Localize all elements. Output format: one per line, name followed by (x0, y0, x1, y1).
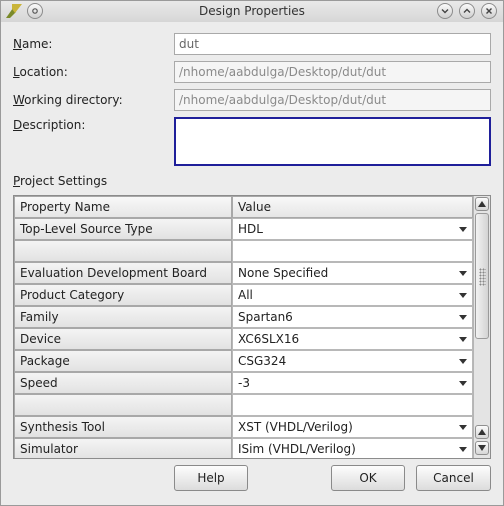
description-label: Description: (13, 118, 86, 132)
property-value-cell[interactable] (232, 240, 473, 262)
property-value-dropdown[interactable]: All (232, 284, 473, 306)
property-value-dropdown[interactable]: Spartan6 (232, 306, 473, 328)
property-value-text: CSG324 (238, 354, 287, 368)
property-row[interactable]: Simulator ISim (VHDL/Verilog) (14, 438, 473, 458)
property-value-text: None Specified (238, 266, 329, 280)
property-row[interactable]: Top-Level Source Type HDL (14, 218, 473, 240)
chevron-down-icon[interactable] (457, 311, 469, 323)
property-name-cell: Family (14, 306, 232, 328)
project-settings-grid: Property Name Value Top-Level Source Typ… (13, 195, 491, 459)
working-directory-label: Working directory: (13, 93, 123, 107)
separator-row[interactable] (14, 394, 473, 416)
help-button[interactable]: Help (174, 465, 248, 491)
scroll-down-button[interactable] (475, 441, 489, 455)
property-row[interactable]: Family Spartan6 (14, 306, 473, 328)
close-icon (486, 8, 492, 14)
grid-header-row: Property Name Value (14, 196, 473, 218)
property-value-text: All (238, 288, 253, 302)
property-name-cell: Product Category (14, 284, 232, 306)
maximize-icon (463, 8, 471, 13)
minimize-button[interactable] (437, 3, 453, 19)
arrow-up-icon (478, 201, 486, 207)
maximize-button[interactable] (459, 3, 475, 19)
property-value-text: Spartan6 (238, 310, 293, 324)
property-name-header[interactable]: Property Name (14, 196, 232, 218)
property-name-cell (14, 240, 232, 262)
scroll-up-button-lower[interactable] (475, 425, 489, 439)
property-value-dropdown[interactable]: ISim (VHDL/Verilog) (232, 438, 473, 458)
separator-row[interactable] (14, 240, 473, 262)
arrow-down-icon (478, 445, 486, 451)
chevron-down-icon[interactable] (457, 355, 469, 367)
chevron-down-icon[interactable] (457, 421, 469, 433)
property-value-dropdown[interactable]: -3 (232, 372, 473, 394)
property-row[interactable]: Synthesis Tool XST (VHDL/Verilog) (14, 416, 473, 438)
chevron-down-icon[interactable] (457, 289, 469, 301)
property-value-dropdown[interactable]: XST (VHDL/Verilog) (232, 416, 473, 438)
minimize-icon (441, 9, 449, 14)
property-name-cell: Synthesis Tool (14, 416, 232, 438)
window-title: Design Properties (199, 4, 305, 18)
working-directory-field[interactable]: /nhome/aabdulga/Desktop/dut/dut (174, 89, 491, 111)
property-row[interactable]: Evaluation Development Board None Specifi… (14, 262, 473, 284)
chevron-down-icon[interactable] (457, 223, 469, 235)
property-value-text: HDL (238, 222, 263, 236)
location-field[interactable]: /nhome/aabdulga/Desktop/dut/dut (174, 61, 491, 83)
property-row[interactable]: Product Category All (14, 284, 473, 306)
project-settings-label: Project Settings (13, 174, 108, 188)
property-name-cell: Speed (14, 372, 232, 394)
property-value-text: XST (VHDL/Verilog) (238, 420, 353, 434)
arrow-up-icon (478, 429, 486, 435)
property-value-dropdown[interactable]: CSG324 (232, 350, 473, 372)
property-value-dropdown[interactable]: XC6SLX16 (232, 328, 473, 350)
property-name-cell: Simulator (14, 438, 232, 458)
property-row[interactable]: Device XC6SLX16 (14, 328, 473, 350)
property-value-text: XC6SLX16 (238, 332, 300, 346)
scroll-up-button[interactable] (475, 197, 489, 211)
location-label: Location: (13, 65, 68, 79)
chevron-down-icon[interactable] (457, 443, 469, 455)
property-name-cell: Package (14, 350, 232, 372)
description-textarea[interactable] (174, 117, 491, 166)
cancel-button[interactable]: Cancel (416, 465, 491, 491)
chevron-down-icon[interactable] (457, 333, 469, 345)
property-value-cell[interactable] (232, 394, 473, 416)
vertical-scrollbar[interactable] (473, 196, 490, 458)
title-bar[interactable]: Design Properties (1, 1, 503, 22)
value-header[interactable]: Value (232, 196, 473, 218)
property-row[interactable]: Speed -3 (14, 372, 473, 394)
property-row[interactable]: Package CSG324 (14, 350, 473, 372)
close-button[interactable] (481, 3, 497, 19)
property-value-dropdown[interactable]: HDL (232, 218, 473, 240)
chevron-down-icon[interactable] (457, 377, 469, 389)
design-properties-dialog: Design Properties Name: dut Location: /n… (0, 0, 504, 506)
ok-button[interactable]: OK (331, 465, 405, 491)
scrollbar-thumb[interactable] (475, 213, 489, 339)
property-name-cell (14, 394, 232, 416)
chevron-down-icon[interactable] (457, 267, 469, 279)
property-name-cell: Top-Level Source Type (14, 218, 232, 240)
property-name-cell: Evaluation Development Board (14, 262, 232, 284)
name-label: Name: (13, 37, 53, 51)
property-value-dropdown[interactable]: None Specified (232, 262, 473, 284)
property-value-text: -3 (238, 376, 250, 390)
property-value-text: ISim (VHDL/Verilog) (238, 442, 356, 456)
property-name-cell: Device (14, 328, 232, 350)
name-field[interactable]: dut (174, 33, 491, 55)
